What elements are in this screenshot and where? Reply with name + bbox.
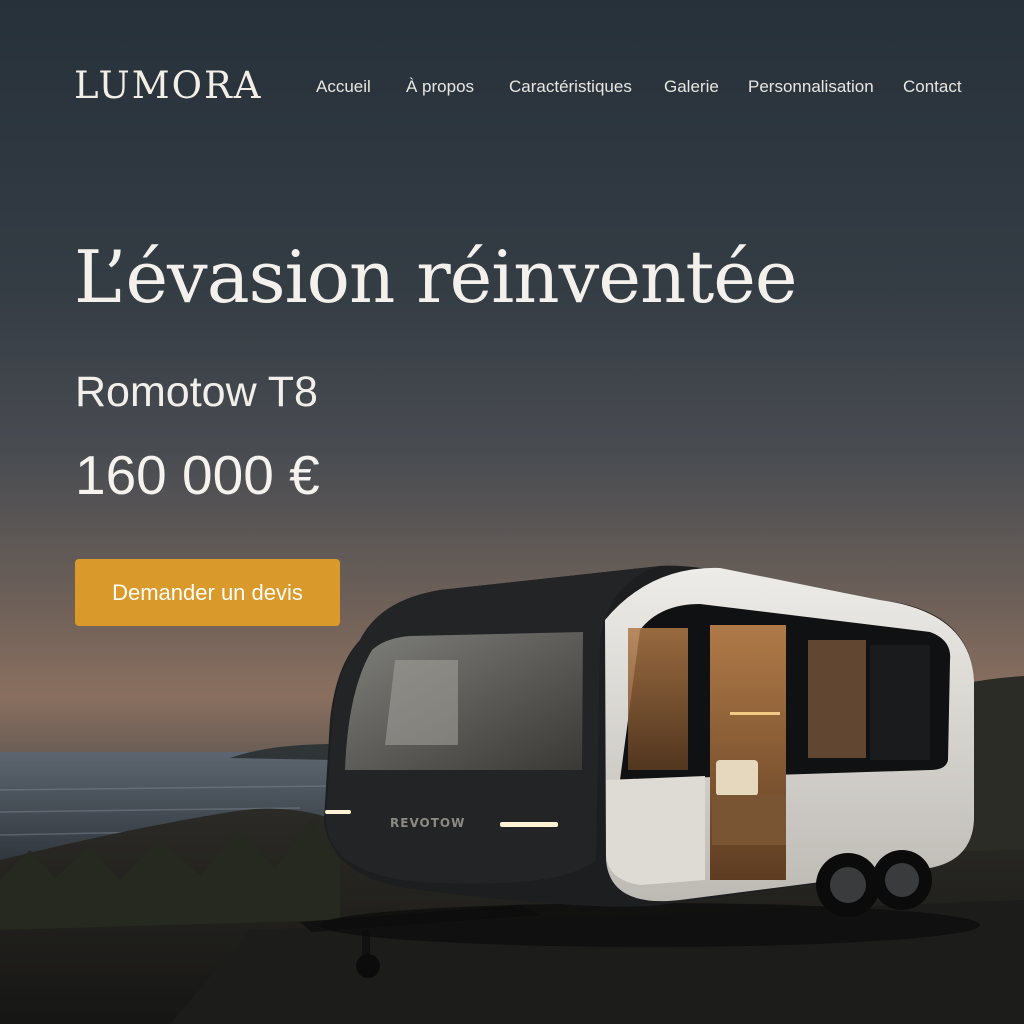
price: 160 000 € (75, 444, 320, 506)
hero-title: L’évasion réinventée (74, 235, 797, 319)
nav-link-contact[interactable]: Contact (903, 77, 962, 97)
nav-link-personnalisation[interactable]: Personnalisation (748, 77, 874, 97)
nav-link-a-propos[interactable]: À propos (406, 77, 474, 97)
request-quote-button[interactable]: Demander un devis (75, 559, 340, 626)
site-header: LUMORA Accueil À propos Caractéristiques… (0, 0, 1024, 175)
nav-link-caracteristiques[interactable]: Caractéristiques (509, 77, 632, 97)
trailer-illustration: REVOTOW (300, 565, 980, 978)
nav-link-accueil[interactable]: Accueil (316, 77, 371, 97)
model-name: Romotow T8 (75, 368, 318, 416)
nav-link-galerie[interactable]: Galerie (664, 77, 719, 97)
trailer-badge: REVOTOW (390, 816, 465, 830)
main-navigation: Accueil À propos Caractéristiques Galeri… (0, 77, 1024, 101)
